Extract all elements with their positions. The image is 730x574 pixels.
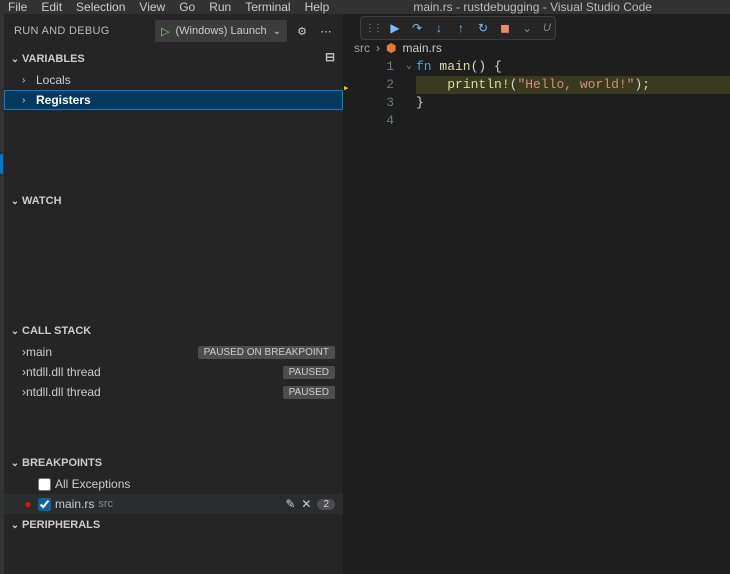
chevron-down-icon: ⌄ <box>8 196 22 207</box>
collapse-all-icon[interactable]: ⊟ <box>321 50 339 68</box>
chevron-down-icon: ⌄ <box>8 326 22 337</box>
toolbar-chevron-icon[interactable]: ⌄ <box>519 20 535 36</box>
stop-icon[interactable]: ◼ <box>497 20 513 36</box>
breakpoint-dot-icon: ● <box>22 497 34 511</box>
menu-help[interactable]: Help <box>305 0 330 14</box>
step-out-icon[interactable]: ↑ <box>453 20 469 36</box>
section-breakpoints[interactable]: ⌄ BREAKPOINTS <box>4 452 343 474</box>
menu-selection[interactable]: Selection <box>76 0 125 14</box>
callstack-item[interactable]: › ntdll.dll thread Paused <box>4 382 343 402</box>
section-watch[interactable]: ⌄ WATCH <box>4 190 343 212</box>
section-callstack-title: CALL STACK <box>22 325 91 337</box>
sidebar-header: Run and Debug ▷ (Windows) Launch ⌄ ⚙ ⋯ <box>4 14 343 48</box>
breakpoint-file: main.rs <box>55 497 94 511</box>
chevron-down-icon: ⌄ <box>8 54 22 65</box>
chevron-down-icon: ⌄ <box>8 458 22 469</box>
window-title: main.rs - rustdebugging - Visual Studio … <box>413 0 652 14</box>
code-lines[interactable]: fn main() { println!("Hello, world!");} <box>416 58 730 130</box>
gear-icon[interactable]: ⚙ <box>293 25 311 38</box>
launch-config-label: (Windows) Launch <box>176 25 267 37</box>
breakpoint-item[interactable]: ● main.rs src ✎ ✕ 2 <box>4 494 343 514</box>
code-line[interactable]: fn main() { <box>416 58 730 76</box>
close-icon[interactable]: ✕ <box>301 497 311 511</box>
launch-config-select[interactable]: ▷ (Windows) Launch ⌄ <box>155 20 287 42</box>
menu-view[interactable]: View <box>139 0 165 14</box>
fold-chevron-icon[interactable]: ⌄ <box>402 58 416 76</box>
menu-run[interactable]: Run <box>209 0 231 14</box>
callstack-item-main[interactable]: › main Paused on breakpoint <box>4 342 343 362</box>
section-callstack[interactable]: ⌄ CALL STACK <box>4 320 343 342</box>
section-breakpoints-title: BREAKPOINTS <box>22 457 102 469</box>
chevron-down-icon[interactable]: ⌄ <box>273 26 281 37</box>
callstack-item[interactable]: › ntdll.dll thread Paused <box>4 362 343 382</box>
variables-registers[interactable]: › Registers <box>4 90 343 110</box>
restart-icon[interactable]: ↻ <box>475 20 491 36</box>
fold-gutter[interactable]: ⌄ <box>402 58 416 130</box>
line-number: 4 <box>360 112 394 130</box>
callstack-status: Paused <box>283 386 335 399</box>
step-into-icon[interactable]: ↓ <box>431 20 447 36</box>
breakpoint-all-exceptions[interactable]: All Exceptions <box>4 474 343 494</box>
breadcrumb-folder[interactable]: src <box>354 41 370 55</box>
sidebar-title: Run and Debug <box>14 25 110 37</box>
code-area[interactable]: ▸ 1 2 3 4 ⌄ fn main() { println!("Hello,… <box>344 58 730 130</box>
current-line-arrow-icon: ▸ <box>343 80 350 98</box>
menubar: File Edit Selection View Go Run Terminal… <box>0 0 730 14</box>
code-line[interactable] <box>416 112 730 130</box>
edit-icon[interactable]: ✎ <box>285 497 295 511</box>
line-number: 2 <box>360 76 394 94</box>
section-variables[interactable]: ⌄ VARIABLES ⊟ <box>4 48 343 70</box>
menu-terminal[interactable]: Terminal <box>245 0 290 14</box>
debug-toolbar-label: U <box>543 22 551 34</box>
variables-locals[interactable]: › Locals <box>4 70 343 90</box>
breadcrumb-sep-icon: › <box>376 41 380 55</box>
line-number-gutter: 1 2 3 4 <box>360 58 402 130</box>
callstack-label: main <box>26 345 198 359</box>
editor[interactable]: src › ⬢ main.rs ▸ 1 2 3 4 ⌄ fn main() { … <box>344 14 730 574</box>
variables-registers-label: Registers <box>36 93 91 107</box>
menu-edit[interactable]: Edit <box>41 0 62 14</box>
callstack-label: ntdll.dll thread <box>26 365 283 379</box>
activity-bar-indicator <box>0 14 4 574</box>
chevron-right-icon: › <box>22 75 36 86</box>
section-peripherals-title: PERIPHERALS <box>22 519 100 531</box>
callstack-status: Paused on breakpoint <box>198 346 335 359</box>
line-number: 3 <box>360 94 394 112</box>
variables-locals-label: Locals <box>36 73 71 87</box>
all-exceptions-checkbox[interactable] <box>38 478 51 491</box>
section-peripherals[interactable]: ⌄ PERIPHERALS <box>4 514 343 536</box>
breadcrumb-file[interactable]: main.rs <box>402 41 441 55</box>
chevron-down-icon: ⌄ <box>8 520 22 531</box>
more-icon[interactable]: ⋯ <box>317 25 335 38</box>
glyph-margin[interactable]: ▸ <box>344 58 360 130</box>
line-number: 1 <box>360 58 394 76</box>
debug-sidebar: Run and Debug ▷ (Windows) Launch ⌄ ⚙ ⋯ ⌄… <box>4 14 344 574</box>
section-watch-title: WATCH <box>22 195 62 207</box>
callstack-status: Paused <box>283 366 335 379</box>
chevron-right-icon: › <box>22 95 36 106</box>
breakpoint-checkbox[interactable] <box>38 498 51 511</box>
breakpoint-path: src <box>98 498 113 510</box>
debug-toolbar[interactable]: ⋮⋮ ▶ ↷ ↓ ↑ ↻ ◼ ⌄ U <box>360 16 556 40</box>
callstack-label: ntdll.dll thread <box>26 385 283 399</box>
breakpoint-line-badge: 2 <box>317 499 335 510</box>
menu-file[interactable]: File <box>8 0 27 14</box>
step-over-icon[interactable]: ↷ <box>409 20 425 36</box>
menu-go[interactable]: Go <box>179 0 195 14</box>
continue-icon[interactable]: ▶ <box>387 20 403 36</box>
code-line[interactable]: } <box>416 94 730 112</box>
section-variables-title: VARIABLES <box>22 53 85 65</box>
all-exceptions-label: All Exceptions <box>55 477 130 491</box>
drag-handle-icon[interactable]: ⋮⋮ <box>365 23 381 34</box>
play-icon[interactable]: ▷ <box>161 25 169 38</box>
code-line[interactable]: println!("Hello, world!"); <box>416 76 730 94</box>
rust-file-icon: ⬢ <box>386 41 396 55</box>
